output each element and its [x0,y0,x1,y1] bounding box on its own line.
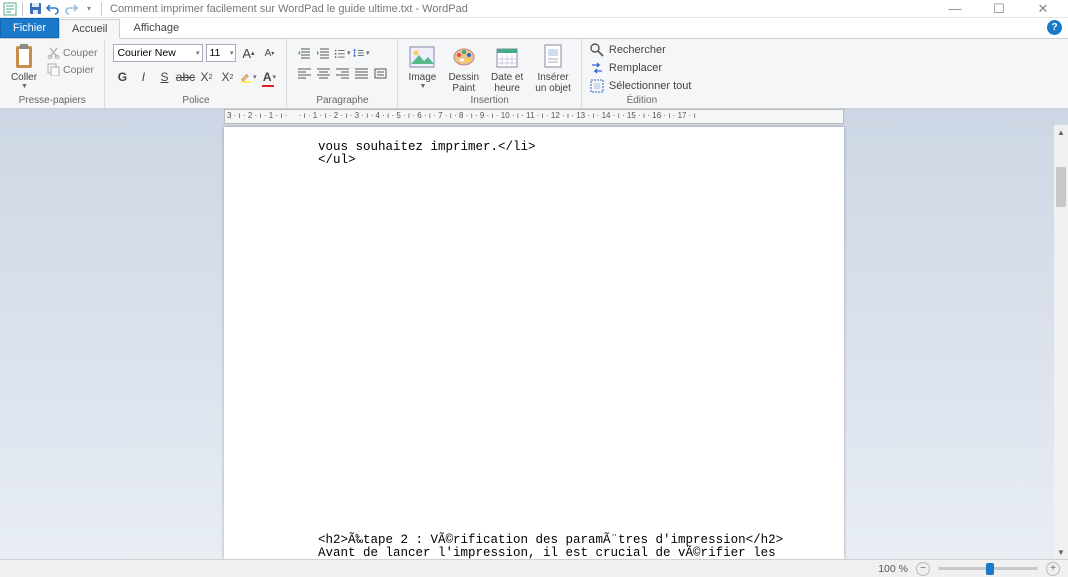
shrink-font-button[interactable]: A▾ [260,44,278,62]
paragraph-dialog-button[interactable] [371,64,389,82]
group-editing: Rechercher Remplacer Sélectionner tout É… [582,39,702,108]
ribbon: Coller ▼ Couper Copier Presse-papiers [0,39,1068,109]
zoom-slider[interactable] [938,567,1038,570]
underline-button[interactable]: S [155,68,173,86]
tab-view[interactable]: Affichage [120,18,192,38]
copy-button[interactable]: Copier [44,62,100,77]
paste-button[interactable]: Coller ▼ [4,41,44,92]
window-controls: ― ☐ ✕ [942,1,1068,17]
scroll-up-button[interactable]: ▲ [1054,125,1068,139]
undo-icon[interactable] [45,1,61,17]
align-center-button[interactable] [314,64,332,82]
replace-icon [590,61,604,75]
save-icon[interactable] [27,1,43,17]
select-all-icon [590,79,604,93]
group-paragraph: ▾ ▾ Paragraphe [287,39,398,108]
select-all-button[interactable]: Sélectionner tout [588,78,696,94]
cut-button[interactable]: Couper [44,45,100,60]
subscript-button[interactable]: X2 [197,68,215,86]
italic-button[interactable]: I [134,68,152,86]
strikethrough-button[interactable]: abc [176,68,194,86]
quick-access-toolbar: ▾ [0,1,106,17]
group-label-paragraph: Paragraphe [287,95,397,108]
insert-object-button[interactable]: Insérer un objet [529,41,577,96]
close-button[interactable]: ✕ [1030,1,1056,17]
decrease-indent-button[interactable] [295,44,313,62]
highlight-button[interactable]: ▾ [239,68,257,86]
group-label-clipboard: Presse-papiers [0,95,104,108]
scroll-thumb[interactable] [1056,167,1066,207]
insert-paint-button[interactable]: Dessin Paint [442,41,485,96]
group-label-font: Police [105,95,286,108]
wordpad-app-icon [2,1,18,17]
tab-file[interactable]: Fichier [0,18,59,38]
zoom-level-label: 100 % [878,563,908,575]
find-button[interactable]: Rechercher [588,42,696,58]
font-color-button[interactable]: A▾ [260,68,278,86]
grow-font-button[interactable]: A▴ [239,44,257,62]
window-title: Comment imprimer facilement sur WordPad … [110,3,468,15]
ribbon-tabs: Fichier Accueil Affichage ? [0,18,1068,39]
superscript-button[interactable]: X2 [218,68,236,86]
increase-indent-button[interactable] [314,44,332,62]
insert-image-button[interactable]: Image▼ [402,41,442,92]
font-size-select[interactable]: 11▾ [206,44,236,62]
document-page[interactable]: vous souhaitez imprimer.</li> </ul><h2>Ã… [224,127,844,559]
tab-home[interactable]: Accueil [59,19,120,39]
group-label-insert: Insertion [398,95,580,108]
scroll-down-button[interactable]: ▼ [1054,545,1068,559]
document-area: 3 · ı · 2 · ı · 1 · ı · · ı · 1 · ı · 2 … [0,109,1068,559]
horizontal-ruler[interactable]: 3 · ı · 2 · ı · 1 · ı · · ı · 1 · ı · 2 … [224,109,844,124]
group-clipboard: Coller ▼ Couper Copier Presse-papiers [0,39,105,108]
replace-button[interactable]: Remplacer [588,60,696,76]
zoom-slider-thumb[interactable] [986,563,994,575]
line-spacing-button[interactable]: ▾ [352,44,370,62]
bullet-list-button[interactable]: ▾ [333,44,351,62]
zoom-out-button[interactable]: − [916,562,930,576]
minimize-button[interactable]: ― [942,1,968,17]
maximize-button[interactable]: ☐ [986,1,1012,17]
align-left-button[interactable] [295,64,313,82]
zoom-in-button[interactable]: + [1046,562,1060,576]
search-icon [590,43,604,57]
redo-icon[interactable] [63,1,79,17]
justify-button[interactable] [352,64,370,82]
qat-customize-icon[interactable]: ▾ [81,1,97,17]
align-right-button[interactable] [333,64,351,82]
help-button[interactable]: ? [1047,20,1062,35]
document-text[interactable]: vous souhaitez imprimer.</li> </ul><h2>Ã… [224,127,844,559]
group-font: Courier New▾ 11▾ A▴ A▾ G I S abc X2 X2 [105,39,287,108]
group-label-editing: Édition [582,95,702,108]
vertical-scrollbar[interactable]: ▲ ▼ [1054,125,1068,559]
bold-button[interactable]: G [113,68,131,86]
font-family-select[interactable]: Courier New▾ [113,44,203,62]
group-insert: Image▼ Dessin Paint Date et heure Insére… [398,39,581,108]
insert-datetime-button[interactable]: Date et heure [485,41,529,96]
title-bar: ▾ Comment imprimer facilement sur WordPa… [0,0,1068,18]
status-bar: 100 % − + [0,559,1068,577]
